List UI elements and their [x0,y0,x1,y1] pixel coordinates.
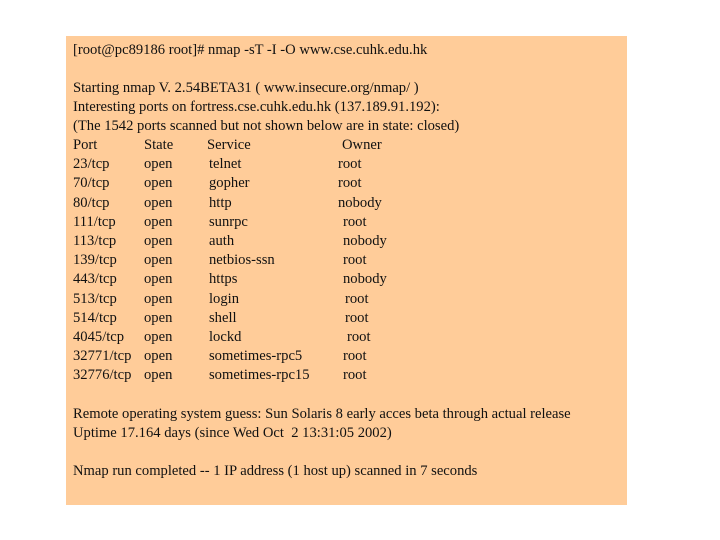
cell-port: 70/tcp [73,175,110,192]
table-row: 23/tcp open telnet root [66,155,627,174]
cell-owner: root [345,309,369,326]
cell-service: sunrpc [209,213,248,230]
cell-state: open [144,252,173,269]
cell-owner: root [338,156,362,173]
cell-service: netbios-ssn [209,252,275,269]
cell-service: telnet [209,156,242,173]
cell-state: open [144,329,173,345]
column-header-owner: Owner [342,137,382,153]
table-row: 111/tcp open sunrpc root [66,213,627,232]
cell-state: open [144,156,173,173]
table-row: 80/tcp open http nobody [66,194,627,213]
command-line: [root@pc89186 root]# nmap -sT -I -O www.… [73,42,428,58]
table-row: 32771/tcp open sometimes-rpc5 root [66,347,627,366]
column-header-state: State [144,137,174,153]
cell-service: https [209,271,238,288]
table-row: 70/tcp open gopher root [66,174,627,193]
cell-owner: root [345,290,369,307]
cell-port: 23/tcp [73,156,110,173]
cell-port: 4045/tcp [73,329,125,345]
cell-state: open [144,271,173,288]
cell-state: open [144,367,173,384]
cell-service: http [209,194,232,211]
cell-state: open [144,290,173,307]
cell-port: 139/tcp [73,252,117,269]
table-header-row: Port State Service Owner [66,136,627,155]
cell-service: shell [209,309,237,326]
cell-state: open [144,233,173,249]
cell-port: 80/tcp [73,194,110,211]
cell-owner: root [343,213,367,230]
table-row: 113/tcp open auth nobody [66,232,627,251]
table-row: 443/tcp open https nobody [66,270,627,289]
cell-port: 32776/tcp [73,367,132,384]
cell-owner: nobody [343,233,387,249]
cell-state: open [144,175,173,192]
cell-state: open [144,194,173,211]
column-header-service: Service [207,137,251,153]
cell-port: 111/tcp [73,213,116,230]
cell-owner: root [347,329,371,345]
table-row: 4045/tcp open lockd root [66,328,627,347]
cell-service: auth [209,233,235,249]
table-row: 514/tcp open shell root [66,309,627,328]
header-line: (The 1542 ports scanned but not shown be… [73,118,460,134]
header-line: Starting nmap V. 2.54BETA31 ( www.insecu… [73,80,419,96]
table-row: 139/tcp open netbios-ssn root [66,251,627,270]
cell-port: 443/tcp [73,271,117,288]
uptime-line: Uptime 17.164 days (since Wed Oct 2 13:3… [73,425,392,441]
cell-service: login [209,290,239,307]
cell-owner: root [343,367,367,384]
completion-line: Nmap run completed -- 1 IP address (1 ho… [73,463,478,479]
cell-state: open [144,213,173,230]
cell-service: sometimes-rpc15 [209,367,310,384]
cell-service: lockd [209,329,242,345]
cell-service: gopher [209,175,250,192]
cell-port: 113/tcp [73,233,117,249]
table-row: 513/tcp open login root [66,290,627,309]
cell-state: open [144,309,173,326]
cell-port: 513/tcp [73,290,117,307]
cell-owner: nobody [338,194,382,211]
os-guess-line: Remote operating system guess: Sun Solar… [73,406,571,422]
table-row: 32776/tcp open sometimes-rpc15 root [66,366,627,385]
cell-port: 32771/tcp [73,348,132,365]
cell-state: open [144,348,173,365]
cell-service: sometimes-rpc5 [209,348,303,365]
terminal-output: [root@pc89186 root]# nmap -sT -I -O www.… [66,36,627,505]
cell-owner: root [343,252,367,269]
cell-owner: root [343,348,367,365]
cell-owner: nobody [343,271,387,288]
header-line: Interesting ports on fortress.cse.cuhk.e… [73,99,440,115]
column-header-port: Port [73,137,98,153]
cell-port: 514/tcp [73,309,117,326]
cell-owner: root [338,175,362,192]
